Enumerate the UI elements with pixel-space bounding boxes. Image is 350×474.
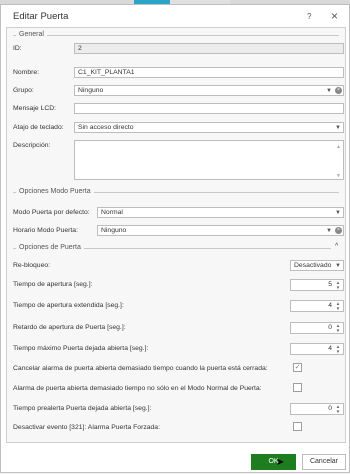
check-icon: ✓ (294, 364, 301, 371)
atajo-label: Atajo de teclado: (13, 124, 64, 131)
prealerta-label: Tiempo prealerta Puerta dejada abierta [… (13, 405, 152, 412)
chevron-down-icon: ▼ (326, 228, 332, 234)
grupo-value: Ninguno (78, 87, 104, 94)
retardo-value: 0 (328, 324, 332, 331)
extendida-stepper[interactable]: 4 ▲ ▼ (290, 300, 344, 312)
rebloqueo-select[interactable]: Desactivado ▼ (290, 260, 344, 271)
nombre-value: C1_KIT_PLANTA1 (78, 69, 135, 76)
modo-defecto-select[interactable]: Normal ▼ (97, 207, 344, 218)
extendida-label: Tiempo de apertura extendida [seg.]: (13, 302, 124, 309)
descripcion-label: Descripción: (13, 142, 51, 149)
desactivar-label: Desactivar evento [321]: Alarma Puerta F… (13, 424, 160, 431)
horario-select[interactable]: Ninguno ▼ × (97, 225, 344, 236)
stepper-arrows-icon[interactable]: ▲ ▼ (334, 344, 342, 354)
maximo-label: Tiempo máximo Puerta dejada abierta [seg… (13, 345, 149, 352)
id-value: 2 (78, 45, 82, 52)
modo-section-label: Opciones Modo Puerta (16, 188, 94, 195)
chevron-down-icon: ▼ (335, 125, 341, 131)
retardo-stepper[interactable]: 0 ▲ ▼ (290, 322, 344, 334)
cancelar-checkbox[interactable]: ✓ (293, 363, 302, 372)
chevron-down-icon: ▼ (335, 210, 341, 216)
grupo-select[interactable]: Ninguno ▼ × (74, 85, 344, 96)
nombre-label: Nombre: (13, 69, 40, 76)
mensaje-label: Mensaje LCD: (13, 105, 57, 112)
rebloqueo-value: Desactivado (294, 262, 332, 269)
modo-defecto-label: Modo Puerta por defecto: (13, 209, 90, 216)
general-section-line (13, 35, 339, 36)
id-label: ID: (13, 45, 22, 52)
dialog-title: Editar Puerta (13, 11, 69, 22)
apertura-stepper[interactable]: 5 ▲ ▼ (290, 279, 344, 291)
id-field: 2 (74, 43, 344, 54)
stepper-arrows-icon[interactable]: ▲ ▼ (334, 280, 342, 290)
horario-value: Ninguno (101, 227, 127, 234)
apertura-label: Tiempo de apertura [seg.]: (13, 281, 93, 288)
opciones-section-label: Opciones de Puerta (16, 244, 84, 251)
rebloqueo-label: Re-bloqueo: (13, 262, 51, 269)
descripcion-textarea[interactable]: ▲ ▼ (74, 140, 344, 180)
scroll-up-icon: ▲ (336, 144, 341, 150)
cancelar-label: Cancelar alarma de puerta abierta demasi… (13, 365, 268, 372)
edit-door-dialog: Editar Puerta ? × General ID: 2 Nombre: … (0, 4, 350, 473)
stepper-arrows-icon[interactable]: ▲ ▼ (334, 301, 342, 311)
clear-icon[interactable]: × (335, 87, 342, 94)
general-section-label: General (16, 31, 47, 38)
help-icon[interactable]: ? (307, 12, 311, 21)
dialog-footer: OK Cancelar (1, 443, 350, 474)
chevron-down-icon: ▼ (326, 88, 332, 94)
horario-label: Horario Modo Puerta: (13, 227, 78, 234)
stepper-arrows-icon[interactable]: ▲ ▼ (334, 323, 342, 333)
scroll-down-icon: ▼ (336, 173, 341, 179)
cancel-button[interactable]: Cancelar (302, 454, 346, 470)
grupo-label: Grupo: (13, 87, 34, 94)
chevron-down-icon: ▼ (335, 263, 341, 269)
prealerta-stepper[interactable]: 0 ▲ ▼ (290, 403, 344, 415)
apertura-value: 5 (328, 281, 332, 288)
atajo-select[interactable]: Sin acceso directo ▼ (74, 122, 344, 133)
stepper-arrows-icon[interactable]: ▲ ▼ (334, 404, 342, 414)
extendida-value: 4 (328, 302, 332, 309)
mensaje-input[interactable] (74, 103, 344, 114)
modo-defecto-value: Normal (101, 209, 123, 216)
nombre-input[interactable]: C1_KIT_PLANTA1 (74, 67, 344, 78)
mouse-cursor-icon: ➤ (276, 457, 285, 468)
alarma-checkbox[interactable] (293, 383, 302, 392)
desactivar-checkbox[interactable] (293, 422, 302, 431)
maximo-value: 4 (328, 345, 332, 352)
close-icon[interactable]: × (331, 9, 338, 23)
maximo-stepper[interactable]: 4 ▲ ▼ (290, 343, 344, 355)
prealerta-value: 0 (328, 405, 332, 412)
atajo-value: Sin acceso directo (78, 124, 134, 131)
title-bar: Editar Puerta ? × (1, 5, 350, 27)
clear-icon[interactable]: × (335, 227, 342, 234)
collapse-chevron-icon[interactable]: ^ (335, 243, 338, 250)
retardo-label: Retardo de apertura de Puerta [seg.]: (13, 324, 126, 331)
dialog-content: General ID: 2 Nombre: C1_KIT_PLANTA1 Gru… (6, 27, 346, 443)
ok-button[interactable]: OK (251, 454, 296, 470)
alarma-label: Alarma de puerta abierta demasiado tiemp… (13, 385, 262, 392)
